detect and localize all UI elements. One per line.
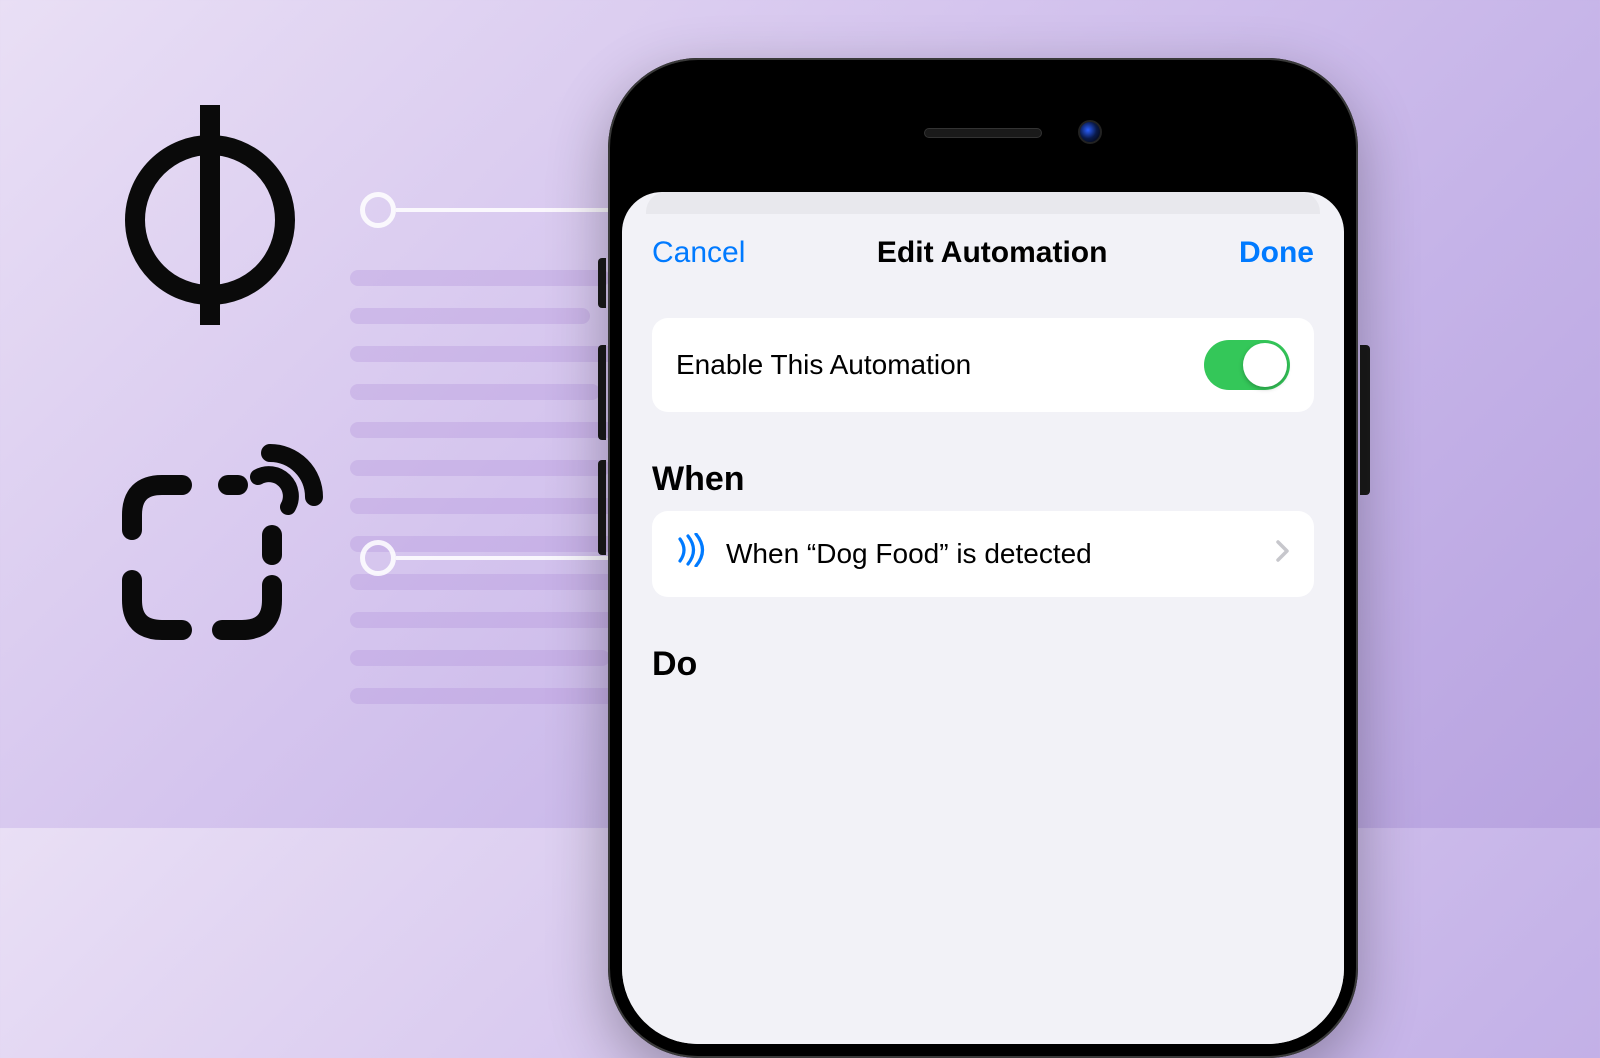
phone-frame: Cancel Edit Automation Done Enable This … [608, 58, 1358, 1058]
toggle-knob [1243, 343, 1287, 387]
phi-icon [110, 105, 310, 330]
mute-switch [598, 258, 606, 308]
when-trigger-text: When “Dog Food” is detected [726, 538, 1256, 570]
chevron-right-icon [1276, 540, 1290, 569]
enable-automation-toggle[interactable] [1204, 340, 1290, 390]
when-trigger-row[interactable]: When “Dog Food” is detected [652, 511, 1314, 597]
nfc-tag-icon [110, 435, 330, 650]
volume-up-button [598, 345, 606, 440]
done-button[interactable]: Done [1239, 236, 1314, 270]
enable-automation-label: Enable This Automation [676, 349, 971, 381]
enable-automation-row: Enable This Automation [652, 318, 1314, 412]
volume-down-button [598, 460, 606, 555]
connector-node-icon [360, 540, 396, 576]
phone-camera [1078, 120, 1102, 144]
nav-bar: Cancel Edit Automation Done [652, 214, 1314, 288]
phone-screen: Cancel Edit Automation Done Enable This … [622, 192, 1344, 1044]
connector-line [396, 208, 630, 212]
do-section-header: Do [652, 645, 1314, 684]
connector-line [396, 556, 630, 560]
cancel-button[interactable]: Cancel [652, 236, 745, 270]
when-section-header: When [652, 460, 1314, 499]
power-button [1360, 345, 1370, 495]
phone-speaker [924, 128, 1042, 138]
modal-sheet: Cancel Edit Automation Done Enable This … [622, 214, 1344, 1044]
connector-node-icon [360, 192, 396, 228]
nav-title: Edit Automation [877, 236, 1108, 270]
nfc-wave-icon [676, 533, 706, 575]
